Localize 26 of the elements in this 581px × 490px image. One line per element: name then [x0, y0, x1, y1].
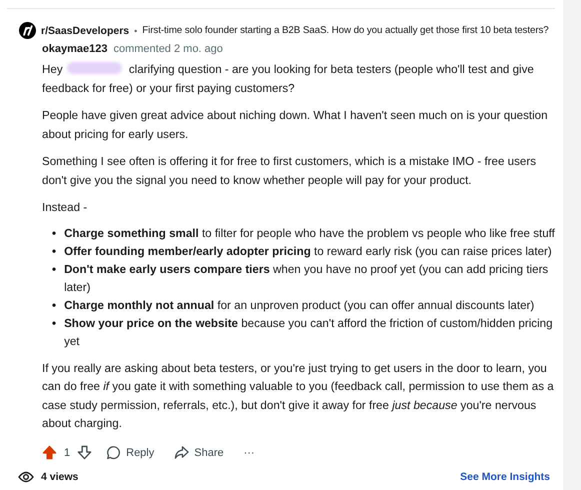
subreddit-link[interactable]: r/SaasDevelopers — [41, 24, 130, 36]
reply-button[interactable]: Reply — [106, 445, 154, 460]
bullet-item: Don't make early users compare tiers when you have no proof yet (you can add pricing tiers later) — [64, 262, 550, 296]
bullet-item: Show your price on the website because you can't afford the friction of custom/hidden pricing yet — [64, 316, 554, 350]
comment-author[interactable]: okaymae123 — [42, 43, 108, 55]
share-button[interactable]: Share — [174, 445, 224, 460]
bullet-item: Offer founding member/early adopter pricing to reward early risk (you can raise prices later) — [64, 244, 552, 260]
comment-paragraph: If you really are asking about beta testers, or you're just trying to get users in the door to learn, you can do free if you gate it with something valuable to you (feedback call, permission to use them as a case study permission, referrals, etc.), but don't give it away for free just because you're nervous about charging. — [42, 360, 555, 432]
comment-paragraph: Instead - — [42, 200, 88, 216]
vote-count: 1 — [64, 446, 70, 458]
comment-timestamp: commented 2 mo. ago — [113, 43, 223, 55]
bullet-marker: • — [52, 226, 56, 242]
view-count: 4 views — [41, 470, 78, 482]
comment-paragraph: Something I see often is offering it for free to first customers, which is a mistake IMO - free users don't give you the signal you need to know whether people will pay for your product. — [42, 154, 537, 188]
comment-paragraph: Hey clarifying question - are you looking for beta testers (people who'll test and give feedback for free) or your first paying customers? — [42, 61, 535, 96]
bullet-marker: • — [52, 316, 56, 332]
bullet-marker: • — [52, 298, 56, 314]
more-options-button[interactable]: ··· — [244, 446, 255, 458]
separator-dot: • — [134, 26, 138, 36]
bullet-marker: • — [52, 244, 56, 260]
bullet-marker: • — [52, 262, 56, 278]
bullet-item: Charge something small to filter for people who have the problem vs people who like free stuff — [64, 226, 555, 242]
post-title[interactable]: First-time solo founder starting a B2B SaaS. How do you actually get those first 10 beta testers? — [142, 25, 549, 36]
comment-paragraph: People have given great advice about niching down. What I haven't seen much on is your question about pricing for early users. — [42, 108, 549, 142]
see-more-insights-link[interactable]: See More Insights — [460, 470, 550, 482]
bullet-item: Charge monthly not annual for an unproven product (you can offer annual discounts later) — [64, 298, 534, 314]
